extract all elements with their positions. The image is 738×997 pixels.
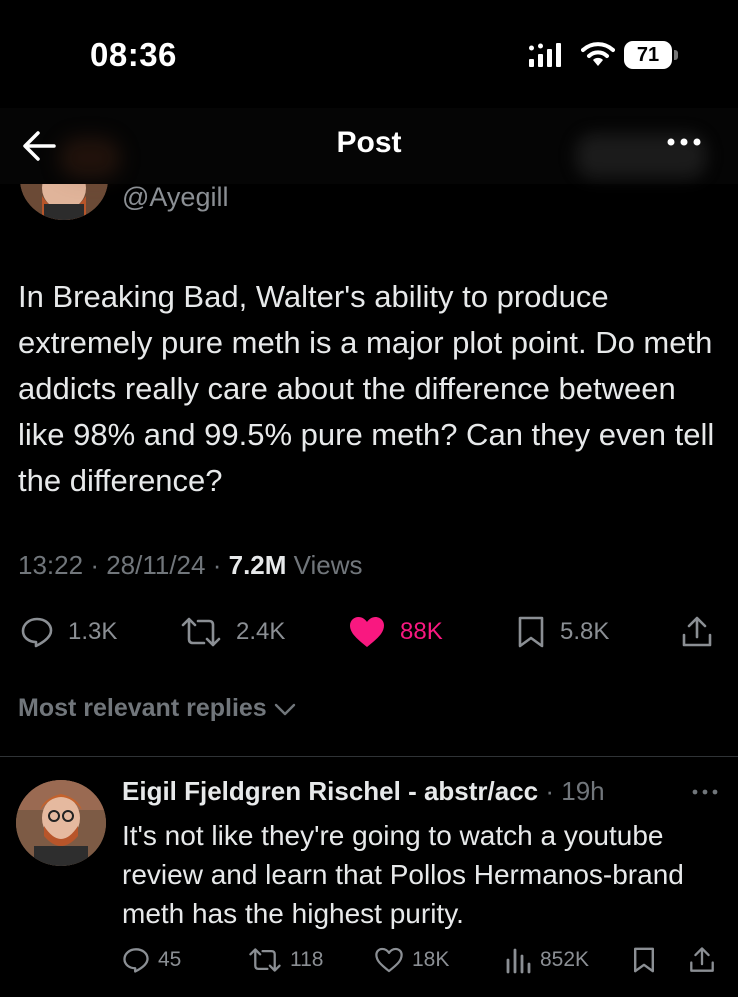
share-icon xyxy=(682,616,712,647)
bookmark-icon xyxy=(634,947,654,973)
reply-icon xyxy=(21,617,53,648)
heart-outline-icon xyxy=(375,947,403,973)
reply-more-options-icon[interactable] xyxy=(690,782,720,802)
reply-repost-button[interactable]: 118 xyxy=(248,944,323,976)
battery-indicator: 71 xyxy=(624,41,678,69)
repost-icon xyxy=(181,617,221,647)
reply-share-button[interactable] xyxy=(688,944,716,976)
tweet-views-label: Views xyxy=(293,550,363,580)
like-button[interactable]: 88K xyxy=(348,612,443,652)
reply-author-name[interactable]: Eigil Fjeldgren Rischel - abstr/acc xyxy=(122,776,538,806)
like-count: 88K xyxy=(400,618,443,645)
reply-timestamp: 19h xyxy=(561,776,605,806)
reply-like-button[interactable]: 18K xyxy=(374,944,449,976)
heart-filled-icon xyxy=(350,617,384,647)
author-handle[interactable]: @Ayegill xyxy=(122,182,228,213)
share-button[interactable] xyxy=(680,612,714,652)
chevron-down-icon xyxy=(274,703,295,715)
reply-button[interactable]: 1.3K xyxy=(20,612,117,652)
bookmark-count: 5.8K xyxy=(560,618,610,645)
reply-repost-count: 118 xyxy=(290,948,324,971)
cellular-signal-icon xyxy=(529,43,561,67)
tweet-time: 13:22 xyxy=(18,550,84,580)
status-time: 08:36 xyxy=(90,36,177,73)
more-options-icon[interactable] xyxy=(662,126,706,170)
reply-like-count: 18K xyxy=(412,948,450,971)
replies-sort-dropdown[interactable]: Most relevant replies xyxy=(18,694,297,723)
analytics-bars-icon xyxy=(506,948,531,974)
replies-sort-label: Most relevant replies xyxy=(18,694,267,722)
reply-icon xyxy=(123,948,149,973)
status-bar: 08:36 71 xyxy=(0,0,738,108)
reply-views-count: 852K xyxy=(540,948,590,971)
reply-avatar-image xyxy=(16,780,106,866)
tweet-metadata: 13:22 · 28/11/24 · 7.2M Views xyxy=(18,550,363,580)
share-icon xyxy=(690,947,714,972)
reply-views-button[interactable]: 852K xyxy=(504,944,589,976)
reply-reply-button[interactable]: 45 xyxy=(122,944,181,976)
repost-count: 2.4K xyxy=(236,618,286,645)
reply-author-line: Eigil Fjeldgren Rischel - abstr/acc · 19… xyxy=(122,776,605,806)
divider xyxy=(0,756,738,757)
reply-avatar[interactable] xyxy=(16,780,106,866)
wifi-icon xyxy=(581,42,615,66)
repost-button[interactable]: 2.4K xyxy=(180,612,285,652)
repost-icon xyxy=(249,948,281,972)
tweet-views-count[interactable]: 7.2M xyxy=(229,550,287,580)
bookmark-button[interactable]: 5.8K xyxy=(516,612,609,652)
battery-level: 71 xyxy=(636,44,660,66)
tweet-date: 28/11/24 xyxy=(106,550,206,580)
bookmark-icon xyxy=(518,616,544,648)
reply-text: It's not like they're going to watch a y… xyxy=(122,820,684,929)
reply-bookmark-button[interactable] xyxy=(632,944,656,976)
reply-count: 1.3K xyxy=(68,618,118,645)
reply-reply-count: 45 xyxy=(158,948,182,971)
tweet-text: In Breaking Bad, Walter's ability to pro… xyxy=(18,279,715,498)
top-navigation-bar: Post xyxy=(0,108,738,184)
page-title: Post xyxy=(336,126,402,159)
